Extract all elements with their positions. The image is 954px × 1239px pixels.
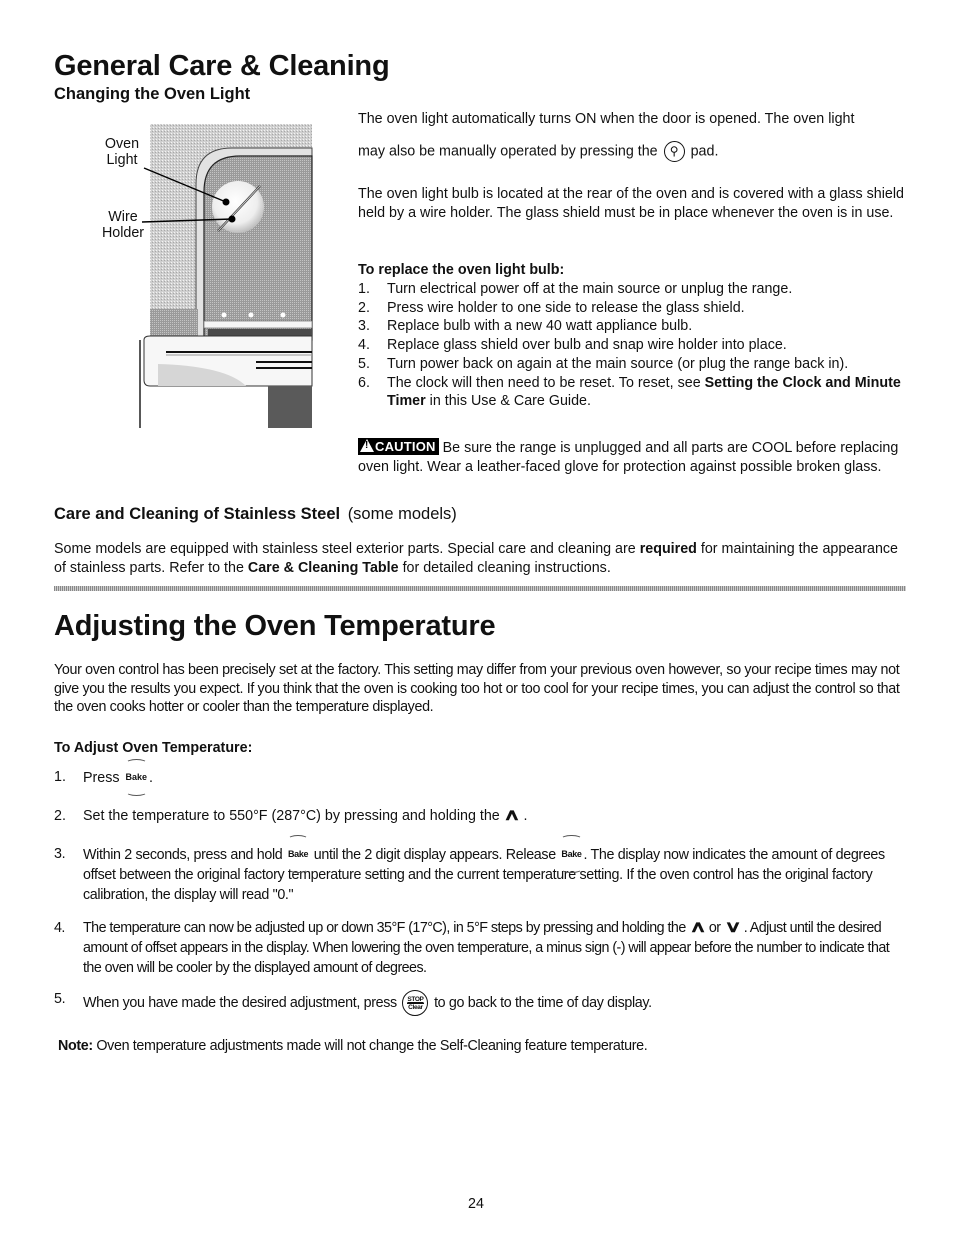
adjust-note: Note: Oven temperature adjustments made …: [58, 1038, 648, 1054]
list-item: 5. When you have made the desired adjust…: [54, 990, 906, 1017]
caution-notice: CAUTIONBe sure the range is unplugged an…: [358, 438, 908, 476]
up-arrow-key-icon: ∧: [502, 806, 521, 824]
bake-key-icon: Bake: [560, 835, 582, 874]
list-item: 1. Turn electrical power off at the main …: [358, 281, 793, 297]
oven-light-intro: The oven light automatically turns ON wh…: [358, 110, 908, 162]
label-oven-light: Oven Light: [104, 136, 140, 168]
stainless-paragraph: Some models are equipped with stainless …: [54, 541, 898, 576]
bake-key-icon: Bake: [287, 835, 309, 874]
up-arrow-key-icon: ∧: [688, 919, 707, 937]
section-heading-stainless: Care and Cleaning of Stainless Steel (so…: [54, 505, 457, 523]
label-wire-holder: Wire Holder: [101, 209, 145, 241]
replace-bulb-heading: To replace the oven light bulb:: [358, 262, 565, 278]
list-item: 4. Replace glass shield over bulb and sna…: [358, 337, 787, 354]
list-item: 2. Press wire holder to one side to relea…: [358, 299, 745, 316]
list-item: 6. The clock will then need to be reset.…: [358, 374, 901, 410]
warning-triangle-icon: [360, 439, 374, 452]
bake-key-icon: Bake: [125, 759, 149, 796]
light-bulb-pad-icon: ⚲: [663, 140, 685, 162]
stop-clear-key-icon: STOP Clear: [402, 990, 429, 1017]
oven-light-figure: Oven Light Wire Holder: [96, 124, 316, 428]
caution-badge: CAUTION: [358, 438, 439, 455]
list-item: 4. The temperature can now be adjusted u…: [54, 919, 890, 977]
page-title: General Care & Cleaning: [54, 50, 390, 82]
page-number: 24: [468, 1196, 484, 1212]
list-item: 5. Turn power back on again at the main s…: [358, 355, 849, 372]
section-title-adjust: Adjusting the Oven Temperature: [54, 610, 496, 642]
section-divider: [54, 586, 906, 591]
list-item: 3. Within 2 seconds, press and hold Bake…: [54, 835, 885, 904]
list-item: 3. Replace bulb with a new 40 watt applia…: [358, 318, 693, 335]
list-item: 1. Press Bake.: [54, 759, 154, 796]
adjust-intro: Your oven control has been precisely set…: [54, 662, 900, 715]
replace-bulb-steps: 1. Turn electrical power off at the main …: [358, 280, 908, 411]
oven-light-location-text: The oven light bulb is located at the re…: [358, 186, 904, 221]
oven-interior-illustration: [139, 124, 313, 428]
cross-reference: Care & Cleaning Table: [247, 559, 399, 576]
section-heading-oven-light: Changing the Oven Light: [54, 85, 251, 103]
adjust-subheading: To Adjust Oven Temperature:: [54, 740, 253, 756]
adjust-steps: 1. Press Bake. 2. Set the temperature to…: [54, 759, 906, 1017]
list-item: 2. Set the temperature to 550°F (287°C) …: [54, 806, 528, 824]
down-arrow-key-icon: ∨: [723, 919, 742, 937]
